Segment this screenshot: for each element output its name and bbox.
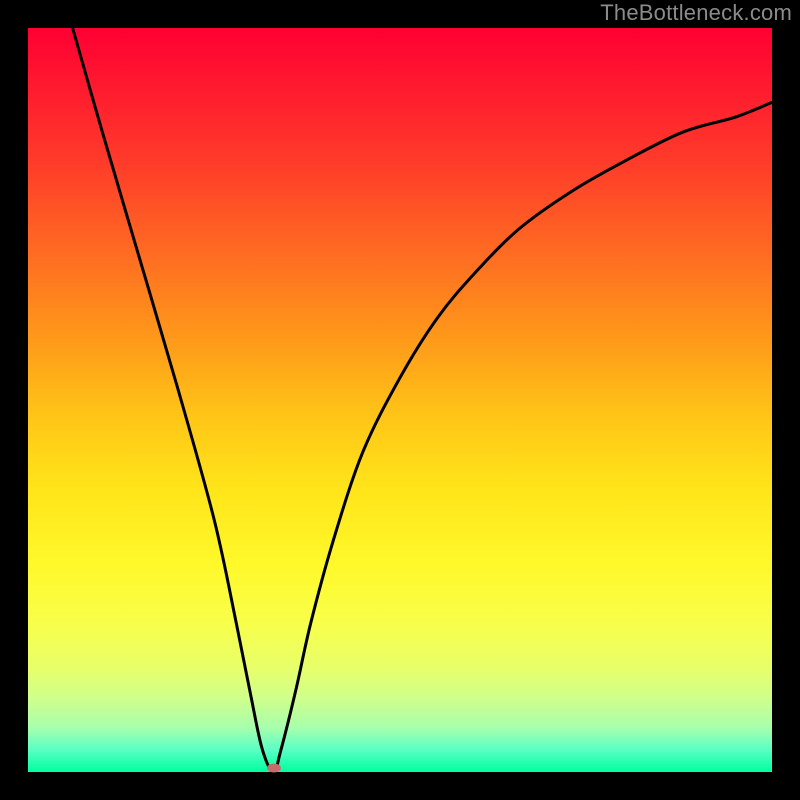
watermark-text: TheBottleneck.com (600, 0, 792, 26)
bottleneck-curve (28, 28, 772, 772)
chart-frame: TheBottleneck.com (0, 0, 800, 800)
plot-area (28, 28, 772, 772)
minimum-marker-icon (267, 764, 281, 773)
